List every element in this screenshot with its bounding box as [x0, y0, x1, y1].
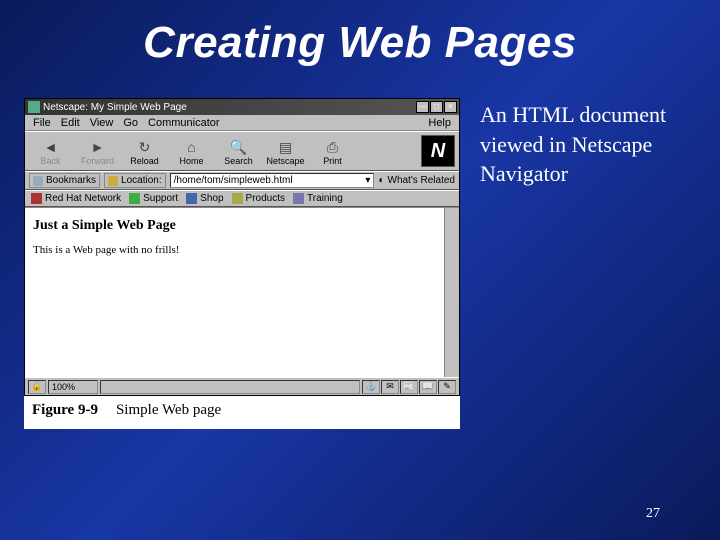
netscape-button[interactable]: ▤ Netscape [262, 135, 309, 168]
close-button[interactable]: × [444, 101, 457, 113]
reload-button[interactable]: ↻ Reload [121, 135, 168, 168]
netscape-my-icon: ▤ [275, 138, 297, 156]
location-icon [108, 176, 118, 186]
ptb-shop[interactable]: Shop [186, 193, 223, 204]
location-input[interactable]: /home/tom/simpleweb.html ▾ [170, 173, 375, 188]
slide-title: Creating Web Pages [0, 0, 720, 76]
content-area: Just a Simple Web Page This is a Web pag… [25, 207, 459, 377]
netscape-logo: N [421, 135, 455, 167]
menu-go[interactable]: Go [119, 117, 142, 129]
mail-icon[interactable]: ✉ [381, 380, 399, 394]
redhat-icon [31, 193, 42, 204]
print-button[interactable]: ⎙ Print [309, 135, 356, 168]
figure-label: Figure 9-9 [32, 402, 98, 419]
ptb-support-label: Support [143, 193, 178, 204]
print-label: Print [323, 156, 342, 166]
ptb-support[interactable]: Support [129, 193, 178, 204]
zoom-level: 100% [48, 380, 98, 394]
reload-label: Reload [130, 156, 159, 166]
figure-caption-text: Simple Web page [116, 402, 221, 419]
page-body-text: This is a Web page with no frills! [33, 244, 451, 256]
bookmarks-label: Bookmarks [46, 175, 96, 186]
home-label: Home [179, 156, 203, 166]
whats-related-button[interactable]: ◐ What's Related [378, 175, 455, 186]
location-bar: Bookmarks Location: /home/tom/simpleweb.… [25, 171, 459, 190]
training-icon [293, 193, 304, 204]
news-icon[interactable]: 📰 [400, 380, 418, 394]
addressbook-icon[interactable]: 📖 [419, 380, 437, 394]
back-button[interactable]: ◄ Back [27, 135, 74, 168]
location-dropdown-icon[interactable]: ▾ [365, 174, 370, 188]
netscape-label: Netscape [266, 156, 304, 166]
menu-edit[interactable]: Edit [57, 117, 84, 129]
back-label: Back [40, 156, 60, 166]
figure-caption: Figure 9-9 Simple Web page [24, 396, 460, 429]
bookmarks-button[interactable]: Bookmarks [29, 173, 100, 188]
print-icon: ⎙ [322, 138, 344, 156]
side-caption: An HTML document viewed in Netscape Navi… [480, 98, 690, 429]
composer-icon[interactable]: ✎ [438, 380, 456, 394]
location-label: Location: [121, 175, 162, 186]
support-icon [129, 193, 140, 204]
bookmarks-icon [33, 176, 43, 186]
forward-button[interactable]: ► Forward [74, 135, 121, 168]
toolbar: ◄ Back ► Forward ↻ Reload ⌂ Home [25, 131, 459, 171]
menu-communicator[interactable]: Communicator [144, 117, 224, 129]
vertical-scrollbar[interactable] [444, 208, 459, 377]
menubar: File Edit View Go Communicator Help [25, 115, 459, 131]
minimize-button[interactable]: — [416, 101, 429, 113]
ptb-redhat-label: Red Hat Network [45, 193, 121, 204]
ptb-products[interactable]: Products [232, 193, 285, 204]
reload-icon: ↻ [134, 138, 156, 156]
back-arrow-icon: ◄ [40, 138, 62, 156]
forward-arrow-icon: ► [87, 138, 109, 156]
related-label: What's Related [388, 175, 456, 186]
page-number: 27 [646, 506, 660, 522]
ptb-training[interactable]: Training [293, 193, 343, 204]
search-button[interactable]: 🔍 Search [215, 135, 262, 168]
menu-view[interactable]: View [86, 117, 118, 129]
status-message [100, 380, 360, 394]
navigator-icon[interactable]: ⚓ [362, 380, 380, 394]
ptb-shop-label: Shop [200, 193, 223, 204]
status-lock-icon: 🔓 [28, 380, 46, 394]
home-icon: ⌂ [181, 138, 203, 156]
ptb-training-label: Training [307, 193, 343, 204]
component-bar: ⚓ ✉ 📰 📖 ✎ [362, 380, 456, 394]
ptb-redhat[interactable]: Red Hat Network [31, 193, 121, 204]
location-label-button[interactable]: Location: [104, 173, 166, 188]
titlebar: Netscape: My Simple Web Page — □ × [25, 99, 459, 115]
products-icon [232, 193, 243, 204]
ptb-products-label: Products [246, 193, 285, 204]
window-title: Netscape: My Simple Web Page [43, 102, 415, 113]
browser-figure: Netscape: My Simple Web Page — □ × File … [24, 98, 460, 429]
personal-toolbar: Red Hat Network Support Shop Products Tr… [25, 190, 459, 207]
maximize-button[interactable]: □ [430, 101, 443, 113]
netscape-window: Netscape: My Simple Web Page — □ × File … [24, 98, 460, 396]
app-icon [28, 101, 40, 113]
menu-help[interactable]: Help [424, 117, 455, 129]
status-bar: 🔓 100% ⚓ ✉ 📰 📖 ✎ [25, 377, 459, 395]
search-label: Search [224, 156, 253, 166]
shop-icon [186, 193, 197, 204]
page-heading: Just a Simple Web Page [33, 218, 451, 234]
home-button[interactable]: ⌂ Home [168, 135, 215, 168]
search-icon: 🔍 [228, 138, 250, 156]
forward-label: Forward [81, 156, 114, 166]
related-icon: ◐ [378, 175, 384, 186]
menu-file[interactable]: File [29, 117, 55, 129]
location-value: /home/tom/simpleweb.html [174, 174, 293, 188]
